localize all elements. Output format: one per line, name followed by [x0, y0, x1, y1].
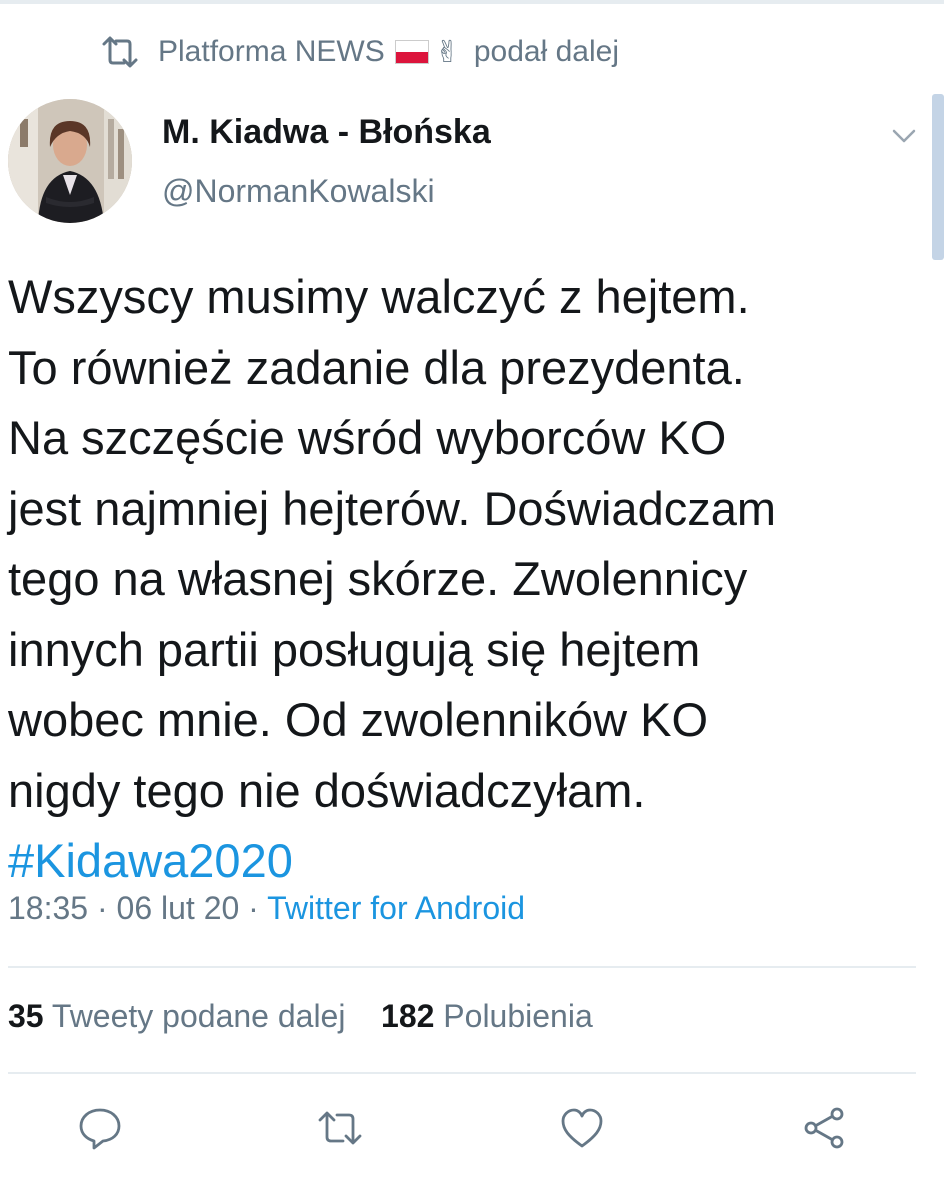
tweet-line: jest najmniej hejterów. Doświadczam	[8, 481, 776, 535]
retweet-icon[interactable]	[318, 1106, 362, 1150]
tweet-line: Wszyscy musimy walczyć z hejtem.	[8, 270, 750, 323]
author-name[interactable]: M. Kiadwa - Błońska	[162, 113, 491, 152]
tweet-line: Na szczęście wśród wyborców KO	[8, 411, 727, 464]
tweet-line: nigdy tego nie doświadczyłam.	[8, 763, 646, 817]
retweet-icon	[102, 36, 138, 68]
meta-separator: ·	[96, 890, 108, 926]
scrollbar[interactable]	[932, 94, 944, 260]
likes-count: 182	[381, 998, 435, 1034]
retweets-stat[interactable]: 35 Tweety podane dalej	[8, 998, 345, 1034]
tweet-line: wobec mnie. Od zwolenników KO	[8, 693, 709, 746]
victory-hand-icon: ✌	[434, 35, 460, 69]
reply-icon[interactable]	[78, 1106, 122, 1150]
like-icon[interactable]	[560, 1106, 604, 1150]
retweet-context[interactable]: Platforma NEWS ✌ podał dalej	[100, 28, 619, 76]
tweet-stats: 35 Tweety podane dalej 182 Polubienia	[8, 998, 593, 1035]
retweeter-name[interactable]: Platforma NEWS	[158, 35, 385, 69]
tweet-source-link[interactable]: Twitter for Android	[267, 890, 525, 926]
meta-separator: ·	[248, 890, 259, 926]
top-divider	[0, 0, 944, 4]
retweets-count: 35	[8, 998, 44, 1034]
likes-stat[interactable]: 182 Polubienia	[381, 998, 593, 1034]
divider	[8, 1072, 916, 1074]
tweet-date: 06 lut 20	[116, 890, 240, 926]
tweet-time: 18:35	[8, 890, 89, 926]
tweet-meta: 18:35 · 06 lut 20 · Twitter for Android	[8, 890, 525, 927]
share-icon[interactable]	[802, 1106, 846, 1150]
chevron-down-icon[interactable]	[888, 120, 920, 152]
retweet-label: podał dalej	[473, 35, 619, 68]
divider	[8, 966, 916, 968]
tweet-line: innych partii posługują się hejtem	[8, 622, 701, 676]
tweet-line: To również zadanie dla prezydenta.	[8, 340, 745, 394]
avatar[interactable]	[8, 99, 132, 223]
action-bar	[0, 1106, 944, 1154]
author-handle[interactable]: @NormanKowalski	[162, 173, 435, 210]
tweet-text: Wszyscy musimy walczyć z hejtem. To równ…	[8, 262, 928, 897]
hashtag-link[interactable]: #Kidawa2020	[8, 826, 928, 897]
poland-flag-icon	[394, 40, 429, 64]
tweet-line: tego na własnej skórze. Zwolennicy	[8, 552, 748, 605]
likes-label: Polubienia	[443, 998, 593, 1034]
retweets-label: Tweety podane dalej	[51, 998, 346, 1034]
